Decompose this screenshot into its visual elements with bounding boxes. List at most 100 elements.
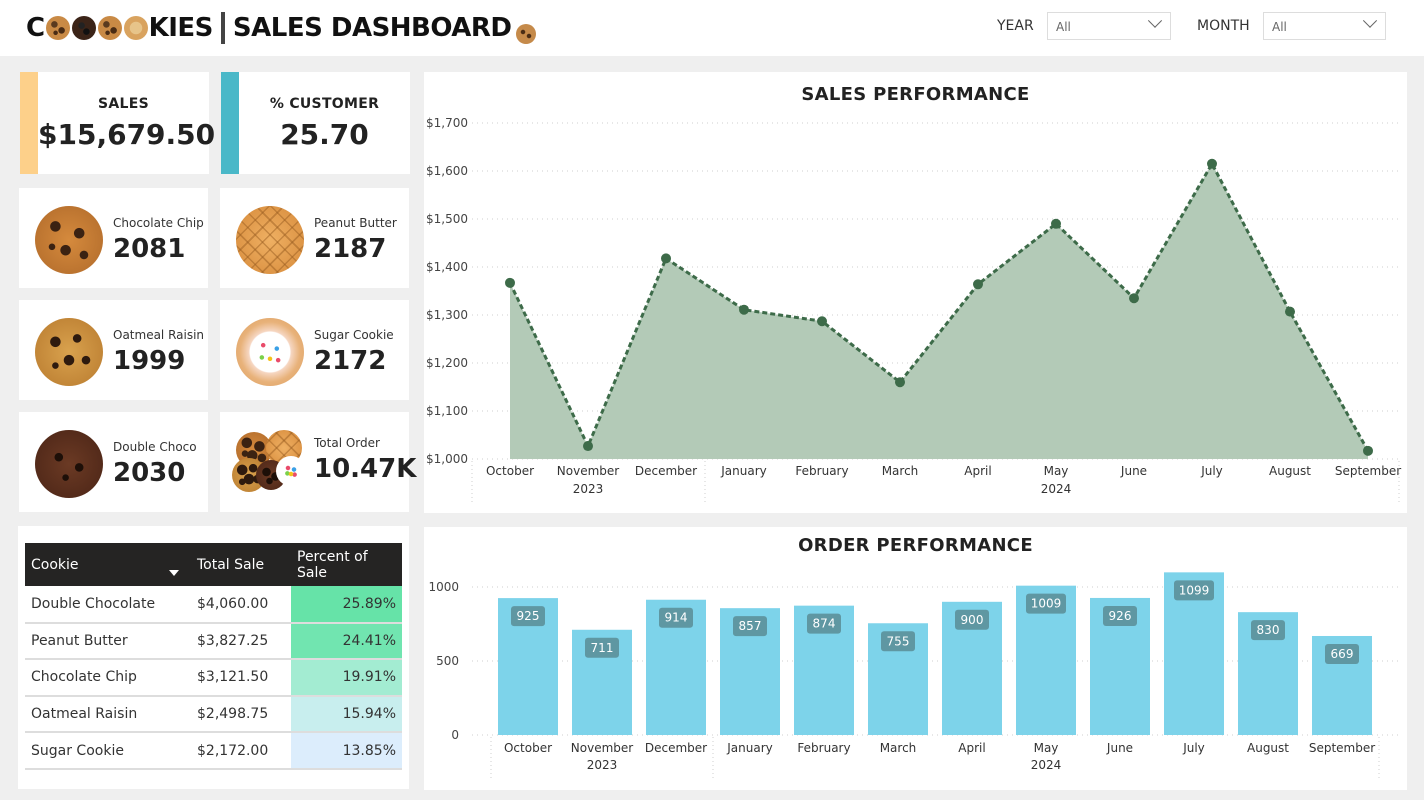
table-row[interactable]: Sugar Cookie $2,172.00 13.85% [25,732,402,770]
cookie-count: 2081 [113,234,186,264]
total-sale-cell: $3,827.25 [191,622,291,661]
sales-performance-panel: SALES PERFORMANCE $1,000 $1,100 $1,200 $1,3… [424,72,1407,513]
y-tick-label: $1,400 [426,260,468,274]
x-tick-label: January [726,741,773,755]
title-cookie-icon [123,16,148,40]
cookie-count: 2187 [314,234,387,264]
column-header-cookie[interactable]: Cookie [25,543,165,586]
y-tick-label: $1,300 [426,308,468,322]
x-tick-label: November [571,741,633,755]
chevron-down-icon [1147,13,1163,28]
x-tick-label: April [964,464,991,478]
order-bar-chart: 0 500 1000 925 711 914 857 874 755 900 1009 926 1099… [428,572,1399,779]
cookie-name: Oatmeal Raisin [113,328,205,342]
title-cookie-icon [45,16,70,40]
title-cookie-icon [71,16,96,40]
column-header-total-sale[interactable]: Total Sale [191,543,291,586]
data-label: 857 [739,619,762,633]
sales-point [505,277,515,288]
month-filter-label: MONTH [1197,18,1250,34]
x-tick-label: July [1182,741,1205,755]
total-sale-cell: $2,172.00 [191,732,291,770]
year-group-label: 2023 [573,482,604,496]
cookie-name: Chocolate Chip [113,216,204,230]
sales-point [1285,306,1295,317]
data-label: 925 [517,609,540,623]
sales-point [1207,158,1217,169]
order-performance-panel: ORDER PERFORMANCE 0 500 1000 925 711 914 857 87… [424,527,1407,790]
cookie-card-chocolate-chip: Chocolate Chip 2081 [19,188,208,288]
table-row[interactable]: Double Chocolate $4,060.00 25.89% [25,586,402,624]
x-tick-label: June [1120,464,1147,478]
x-tick-label: January [720,464,767,478]
x-tick-label: May [1034,741,1059,755]
month-filter-dropdown[interactable]: All [1263,12,1386,40]
cookie-cell: Peanut Butter [25,622,191,661]
cookie-assortment-icon [232,430,310,498]
data-label: 914 [665,611,688,625]
sales-area-fill [510,163,1368,460]
title-divider [220,12,225,44]
x-tick-label: February [797,741,850,755]
cookie-cell: Double Chocolate [25,586,191,624]
data-label: 926 [1109,609,1132,623]
cookie-cell: Chocolate Chip [25,659,191,697]
total-sale-cell: $3,121.50 [191,659,291,697]
cookie-name: Total Order [314,436,380,450]
y-tick-label: $1,500 [426,212,468,226]
cookie-name: Peanut Butter [314,216,397,230]
cookie-cell: Sugar Cookie [25,732,191,770]
percent-cell: 24.41% [291,622,402,661]
y-tick-label: 0 [451,728,459,742]
year-filter-dropdown[interactable]: All [1047,12,1171,40]
sales-point [973,279,983,290]
cookie-sales-table-card: Cookie Total Sale Percent of Sale Double… [18,526,409,789]
sort-column-button[interactable] [165,543,191,586]
customer-kpi-label: % CUSTOMER [269,96,380,112]
x-tick-label: June [1106,741,1133,755]
cookie-count: 2172 [314,346,387,376]
sugar-cookie-icon [236,318,304,386]
x-tick-label: July [1200,464,1223,478]
cookie-count: 1999 [113,346,186,376]
x-tick-label: March [882,464,919,478]
year-filter-label: YEAR [997,18,1034,34]
data-label: 711 [591,641,614,655]
cookie-count: 2030 [113,458,186,488]
dashboard-title: C KIES SALES DASHBOARD [26,8,536,48]
title-cookie-icon [515,24,536,44]
percent-cell: 19.91% [291,659,402,697]
x-tick-label: September [1309,741,1375,755]
data-label: 900 [961,613,984,627]
y-tick-label: 500 [436,654,459,668]
data-label: 669 [1331,647,1354,661]
title-suffix: KIES [148,13,214,43]
total-sale-cell: $2,498.75 [191,695,291,734]
y-tick-label: $1,000 [426,452,468,466]
table-row[interactable]: Oatmeal Raisin $2,498.75 15.94% [25,695,402,734]
total-sale-cell: $4,060.00 [191,586,291,624]
sales-point [895,377,905,388]
sort-descending-icon [169,570,179,576]
x-tick-label: February [795,464,848,478]
cookie-name: Sugar Cookie [314,328,394,342]
y-tick-label: $1,100 [426,404,468,418]
y-tick-label: 1000 [428,580,459,594]
x-tick-label: September [1335,464,1401,478]
cookie-name: Double Choco [113,440,197,454]
title-main: SALES DASHBOARD [232,13,512,43]
chocolate-chip-cookie-icon [35,206,103,274]
x-tick-label: December [645,741,707,755]
percent-cell: 13.85% [291,732,402,770]
x-tick-label: October [504,741,552,755]
x-tick-label: August [1269,464,1311,478]
data-label: 755 [887,634,910,648]
x-tick-label: November [557,464,619,478]
peanut-butter-cookie-icon [236,206,304,274]
table-row[interactable]: Peanut Butter $3,827.25 24.41% [25,622,402,661]
cookie-sales-table: Cookie Total Sale Percent of Sale Double… [25,543,402,770]
column-header-percent-of-sale[interactable]: Percent of Sale [291,543,402,586]
table-row[interactable]: Chocolate Chip $3,121.50 19.91% [25,659,402,697]
customer-kpi-card: % CUSTOMER 25.70 [221,72,410,174]
x-tick-label: December [635,464,697,478]
